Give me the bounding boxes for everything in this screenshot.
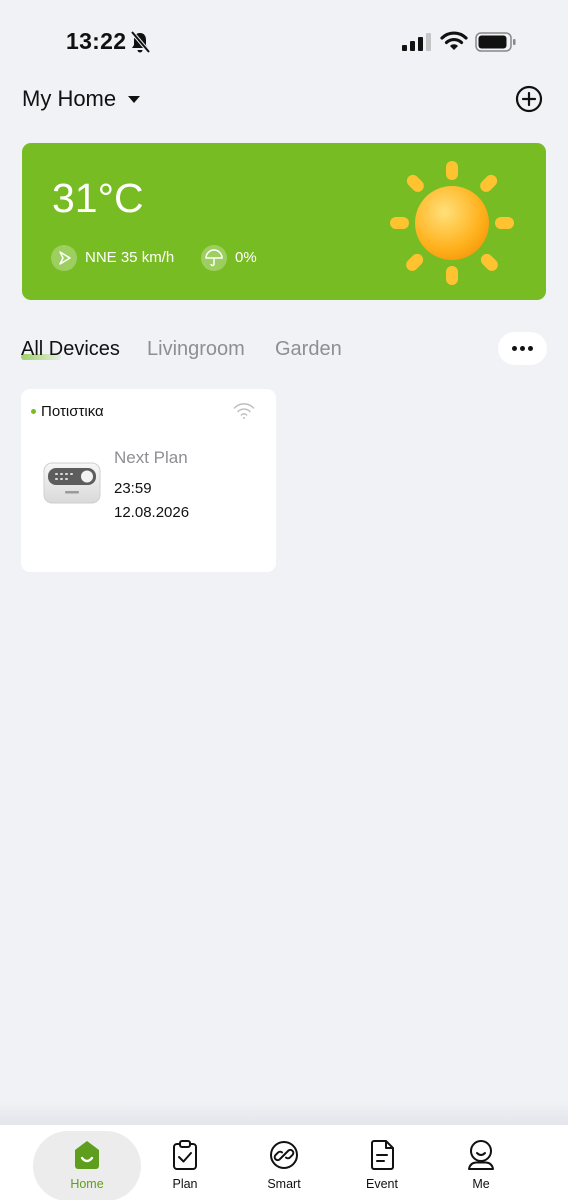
more-options-button[interactable]	[498, 332, 547, 365]
smart-link-icon	[270, 1141, 298, 1169]
home-selector[interactable]: My Home	[22, 84, 141, 114]
person-icon	[468, 1140, 494, 1170]
tab-garden[interactable]: Garden	[275, 338, 342, 361]
weather-card[interactable]: 31°C NNE 35 km/h 0%	[22, 143, 546, 300]
tab-all-devices[interactable]: All Devices	[21, 338, 120, 361]
add-button[interactable]	[514, 84, 544, 114]
device-name: Ποτιστικα	[41, 403, 104, 420]
wind-direction-icon	[51, 245, 77, 271]
sun-icon	[390, 161, 514, 285]
next-plan-label: Next Plan	[114, 448, 188, 467]
umbrella-icon	[201, 245, 227, 271]
online-status-dot	[31, 409, 36, 414]
next-plan-time: 23:59	[114, 480, 152, 497]
battery-icon	[475, 32, 516, 52]
tab-livingroom[interactable]: Livingroom	[147, 338, 245, 361]
rain-chance-text: 0%	[235, 249, 257, 266]
nav-event-label: Event	[366, 1177, 398, 1191]
device-wifi-icon	[233, 403, 255, 419]
nav-plan[interactable]: Plan	[135, 1125, 235, 1200]
nav-me-label: Me	[472, 1177, 490, 1191]
nav-home-label: Home	[70, 1177, 104, 1191]
nav-plan-label: Plan	[172, 1177, 198, 1191]
wifi-icon	[440, 31, 468, 50]
nav-smart-label: Smart	[267, 1177, 301, 1191]
home-icon	[75, 1141, 99, 1169]
wind-text: NNE 35 km/h	[85, 249, 175, 266]
nav-event[interactable]: Event	[332, 1125, 432, 1200]
next-plan-date: 12.08.2026	[114, 504, 190, 521]
weather-temperature: 31°C	[52, 175, 144, 221]
bottom-nav: Home Plan Smart Event Me	[0, 1101, 568, 1200]
home-title: My Home	[22, 86, 117, 111]
cellular-signal-icon	[402, 33, 431, 51]
nav-me[interactable]: Me	[431, 1125, 531, 1200]
nav-home[interactable]: Home	[37, 1125, 137, 1200]
app-screen: 13:22 My Home 31°C NNE 35 km/h 0% All De…	[0, 0, 568, 1200]
irrigation-controller-image	[43, 462, 101, 504]
document-icon	[371, 1140, 394, 1170]
room-tabs: All Devices Livingroom Garden	[21, 332, 547, 370]
device-card[interactable]: Ποτιστικα Next Plan 23:59 12.08.2026	[21, 389, 276, 572]
bell-off-icon	[130, 30, 151, 54]
clipboard-check-icon	[173, 1140, 197, 1170]
nav-smart[interactable]: Smart	[234, 1125, 334, 1200]
status-bar: 13:22	[0, 0, 568, 80]
status-time: 13:22	[66, 28, 127, 54]
caret-down-icon	[128, 95, 141, 103]
